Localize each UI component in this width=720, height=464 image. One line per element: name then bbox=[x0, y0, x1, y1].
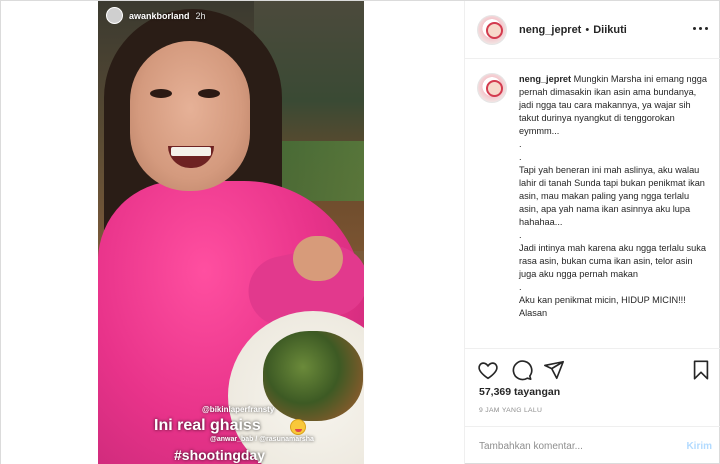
profile-avatar[interactable] bbox=[477, 14, 507, 45]
post-comment-button[interactable]: Kirim bbox=[686, 441, 712, 452]
heart-icon[interactable] bbox=[477, 359, 499, 381]
right-eye bbox=[198, 89, 220, 98]
story-mention: @bikinlaperfransty bbox=[202, 405, 275, 414]
post-time[interactable]: 9 JAM YANG LALU bbox=[479, 407, 542, 414]
post-header: neng_jepret • Diikuti bbox=[465, 1, 720, 59]
woman-face bbox=[130, 41, 250, 191]
story-username: awankborland bbox=[129, 10, 190, 21]
story-avatar bbox=[106, 7, 123, 24]
caption-author[interactable]: neng_jepret bbox=[519, 74, 571, 84]
post-media: awankborland 2h @bikinlaperfransty Ini r… bbox=[1, 1, 464, 464]
post-frame: awankborland 2h @bikinlaperfransty Ini r… bbox=[0, 0, 720, 464]
action-bar bbox=[477, 359, 712, 383]
comment-icon[interactable] bbox=[511, 359, 533, 381]
hand bbox=[293, 236, 343, 281]
header-username[interactable]: neng_jepret bbox=[519, 24, 581, 36]
teeth bbox=[171, 147, 211, 156]
story-caption: Ini real ghaiss bbox=[154, 417, 261, 434]
tongue-emoji-icon bbox=[290, 419, 306, 435]
bookmark-icon[interactable] bbox=[690, 359, 712, 381]
story-mention-2: @anwar_bab / @rasunamarsha bbox=[210, 436, 314, 443]
follow-status-button[interactable]: Diikuti bbox=[593, 24, 627, 36]
story-time: 2h bbox=[195, 10, 206, 21]
comment-bar: Kirim bbox=[465, 426, 720, 464]
share-icon[interactable] bbox=[543, 359, 565, 381]
comment-input[interactable] bbox=[479, 440, 687, 452]
story-video[interactable]: awankborland 2h @bikinlaperfransty Ini r… bbox=[98, 1, 364, 464]
story-user: awankborland 2h bbox=[106, 7, 206, 24]
more-icon[interactable] bbox=[693, 27, 708, 30]
post-sidebar: neng_jepret • Diikuti neng_jepret Mungki… bbox=[464, 1, 720, 464]
header-separator: • bbox=[585, 23, 590, 36]
caption-text: neng_jepret Mungkin Marsha ini emang ngg… bbox=[519, 73, 709, 320]
view-count[interactable]: 57,369 tayangan bbox=[479, 386, 560, 398]
caption-section: neng_jepret Mungkin Marsha ini emang ngg… bbox=[465, 59, 720, 349]
food bbox=[263, 331, 363, 421]
story-hashtag: #shootingday bbox=[174, 447, 266, 463]
left-eye bbox=[150, 89, 172, 98]
caption-body: Mungkin Marsha ini emang ngga pernah dim… bbox=[519, 74, 707, 318]
caption-avatar[interactable] bbox=[477, 73, 507, 103]
